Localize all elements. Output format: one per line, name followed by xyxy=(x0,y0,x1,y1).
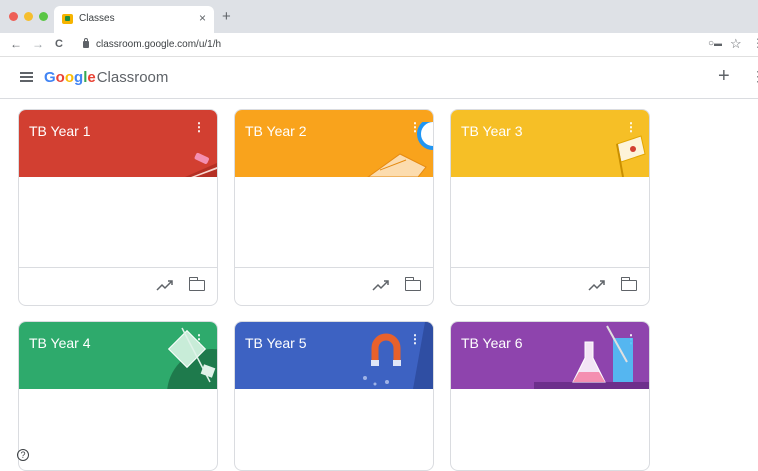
logo-letter: g xyxy=(74,69,84,86)
class-options-icon[interactable]: ⋮ xyxy=(193,121,205,133)
trending-up-icon[interactable] xyxy=(588,278,606,292)
class-card-footer xyxy=(451,268,649,305)
logo-letter: G xyxy=(44,69,56,86)
class-card-footer xyxy=(19,268,217,305)
classroom-favicon-icon xyxy=(62,14,73,24)
help-icon[interactable]: ? xyxy=(17,449,29,461)
classroom-product-name: Classroom xyxy=(96,69,169,86)
class-theme-illustration xyxy=(616,135,646,177)
trending-up-icon[interactable] xyxy=(156,278,174,292)
minimize-window-button[interactable] xyxy=(24,12,33,21)
class-card[interactable]: TB Year 4 ⋮ xyxy=(18,321,218,471)
browser-tab-strip: Classes × + xyxy=(0,0,758,33)
logo-letter: o xyxy=(55,69,65,86)
class-card-footer xyxy=(235,268,433,305)
tab-title: Classes xyxy=(79,13,115,24)
class-card[interactable]: TB Year 3 ⋮ xyxy=(450,109,650,306)
class-card-body xyxy=(235,177,433,268)
class-card-header[interactable]: TB Year 1 ⋮ xyxy=(19,110,217,177)
browser-tab-classes[interactable]: Classes × xyxy=(54,6,214,33)
class-card-body xyxy=(451,177,649,268)
class-theme-illustration xyxy=(363,322,433,389)
address-bar[interactable]: classroom.google.com/u/1/h xyxy=(96,39,221,50)
back-arrow-icon[interactable]: ← xyxy=(10,37,22,51)
class-card[interactable]: TB Year 6 ⋮ xyxy=(450,321,650,471)
browser-menu-icon[interactable]: ⋮ xyxy=(752,36,758,50)
class-card-header[interactable]: TB Year 6 ⋮ xyxy=(451,322,649,389)
key-icon[interactable]: ○▬ xyxy=(708,38,722,49)
class-name[interactable]: TB Year 3 xyxy=(461,123,523,139)
folder-icon[interactable] xyxy=(620,277,637,291)
class-card-header[interactable]: TB Year 4 ⋮ xyxy=(19,322,217,389)
class-card[interactable]: TB Year 5 ⋮ xyxy=(234,321,434,471)
class-name[interactable]: TB Year 4 xyxy=(29,335,91,351)
browser-toolbar: ← → C classroom.google.com/u/1/h ○▬ ☆ ⋮ xyxy=(0,33,758,57)
lock-icon xyxy=(83,38,89,48)
class-card-header[interactable]: TB Year 3 ⋮ xyxy=(451,110,649,177)
bookmark-star-icon[interactable]: ☆ xyxy=(730,36,742,52)
new-tab-button[interactable]: + xyxy=(222,9,231,24)
class-card[interactable]: TB Year 1 ⋮ xyxy=(18,109,218,306)
class-card[interactable]: TB Year 2 ⋮ xyxy=(234,109,434,306)
class-card-header[interactable]: TB Year 2 ⋮ xyxy=(235,110,433,177)
main-menu-icon[interactable] xyxy=(20,72,33,82)
google-wordmark: Google xyxy=(44,69,96,86)
class-name[interactable]: TB Year 5 xyxy=(245,335,307,351)
class-theme-illustration xyxy=(185,152,217,177)
class-theme-illustration xyxy=(167,327,217,389)
folder-icon[interactable] xyxy=(188,277,205,291)
class-card-header[interactable]: TB Year 5 ⋮ xyxy=(235,322,433,389)
reload-icon[interactable]: C xyxy=(55,38,63,50)
class-card-body xyxy=(451,389,649,470)
add-class-button[interactable]: + xyxy=(718,65,730,88)
apps-menu-icon[interactable]: ⋮ xyxy=(751,68,758,85)
close-tab-icon[interactable]: × xyxy=(199,11,206,25)
logo-letter: e xyxy=(87,69,96,86)
folder-icon[interactable] xyxy=(404,277,421,291)
class-name[interactable]: TB Year 2 xyxy=(245,123,307,139)
class-card-body xyxy=(19,389,217,470)
class-name[interactable]: TB Year 6 xyxy=(461,335,523,351)
class-card-body xyxy=(235,389,433,470)
class-theme-illustration xyxy=(534,325,649,389)
app-header: GoogleClassroom + ⋮ xyxy=(0,58,758,99)
forward-arrow-icon[interactable]: → xyxy=(32,37,44,51)
class-name[interactable]: TB Year 1 xyxy=(29,123,91,139)
class-card-body xyxy=(19,177,217,268)
close-window-button[interactable] xyxy=(9,12,18,21)
logo-letter: o xyxy=(64,69,75,86)
trending-up-icon[interactable] xyxy=(372,278,390,292)
class-theme-illustration xyxy=(367,122,433,177)
maximize-window-button[interactable] xyxy=(39,12,48,21)
google-classroom-logo[interactable]: GoogleClassroom xyxy=(44,69,168,86)
